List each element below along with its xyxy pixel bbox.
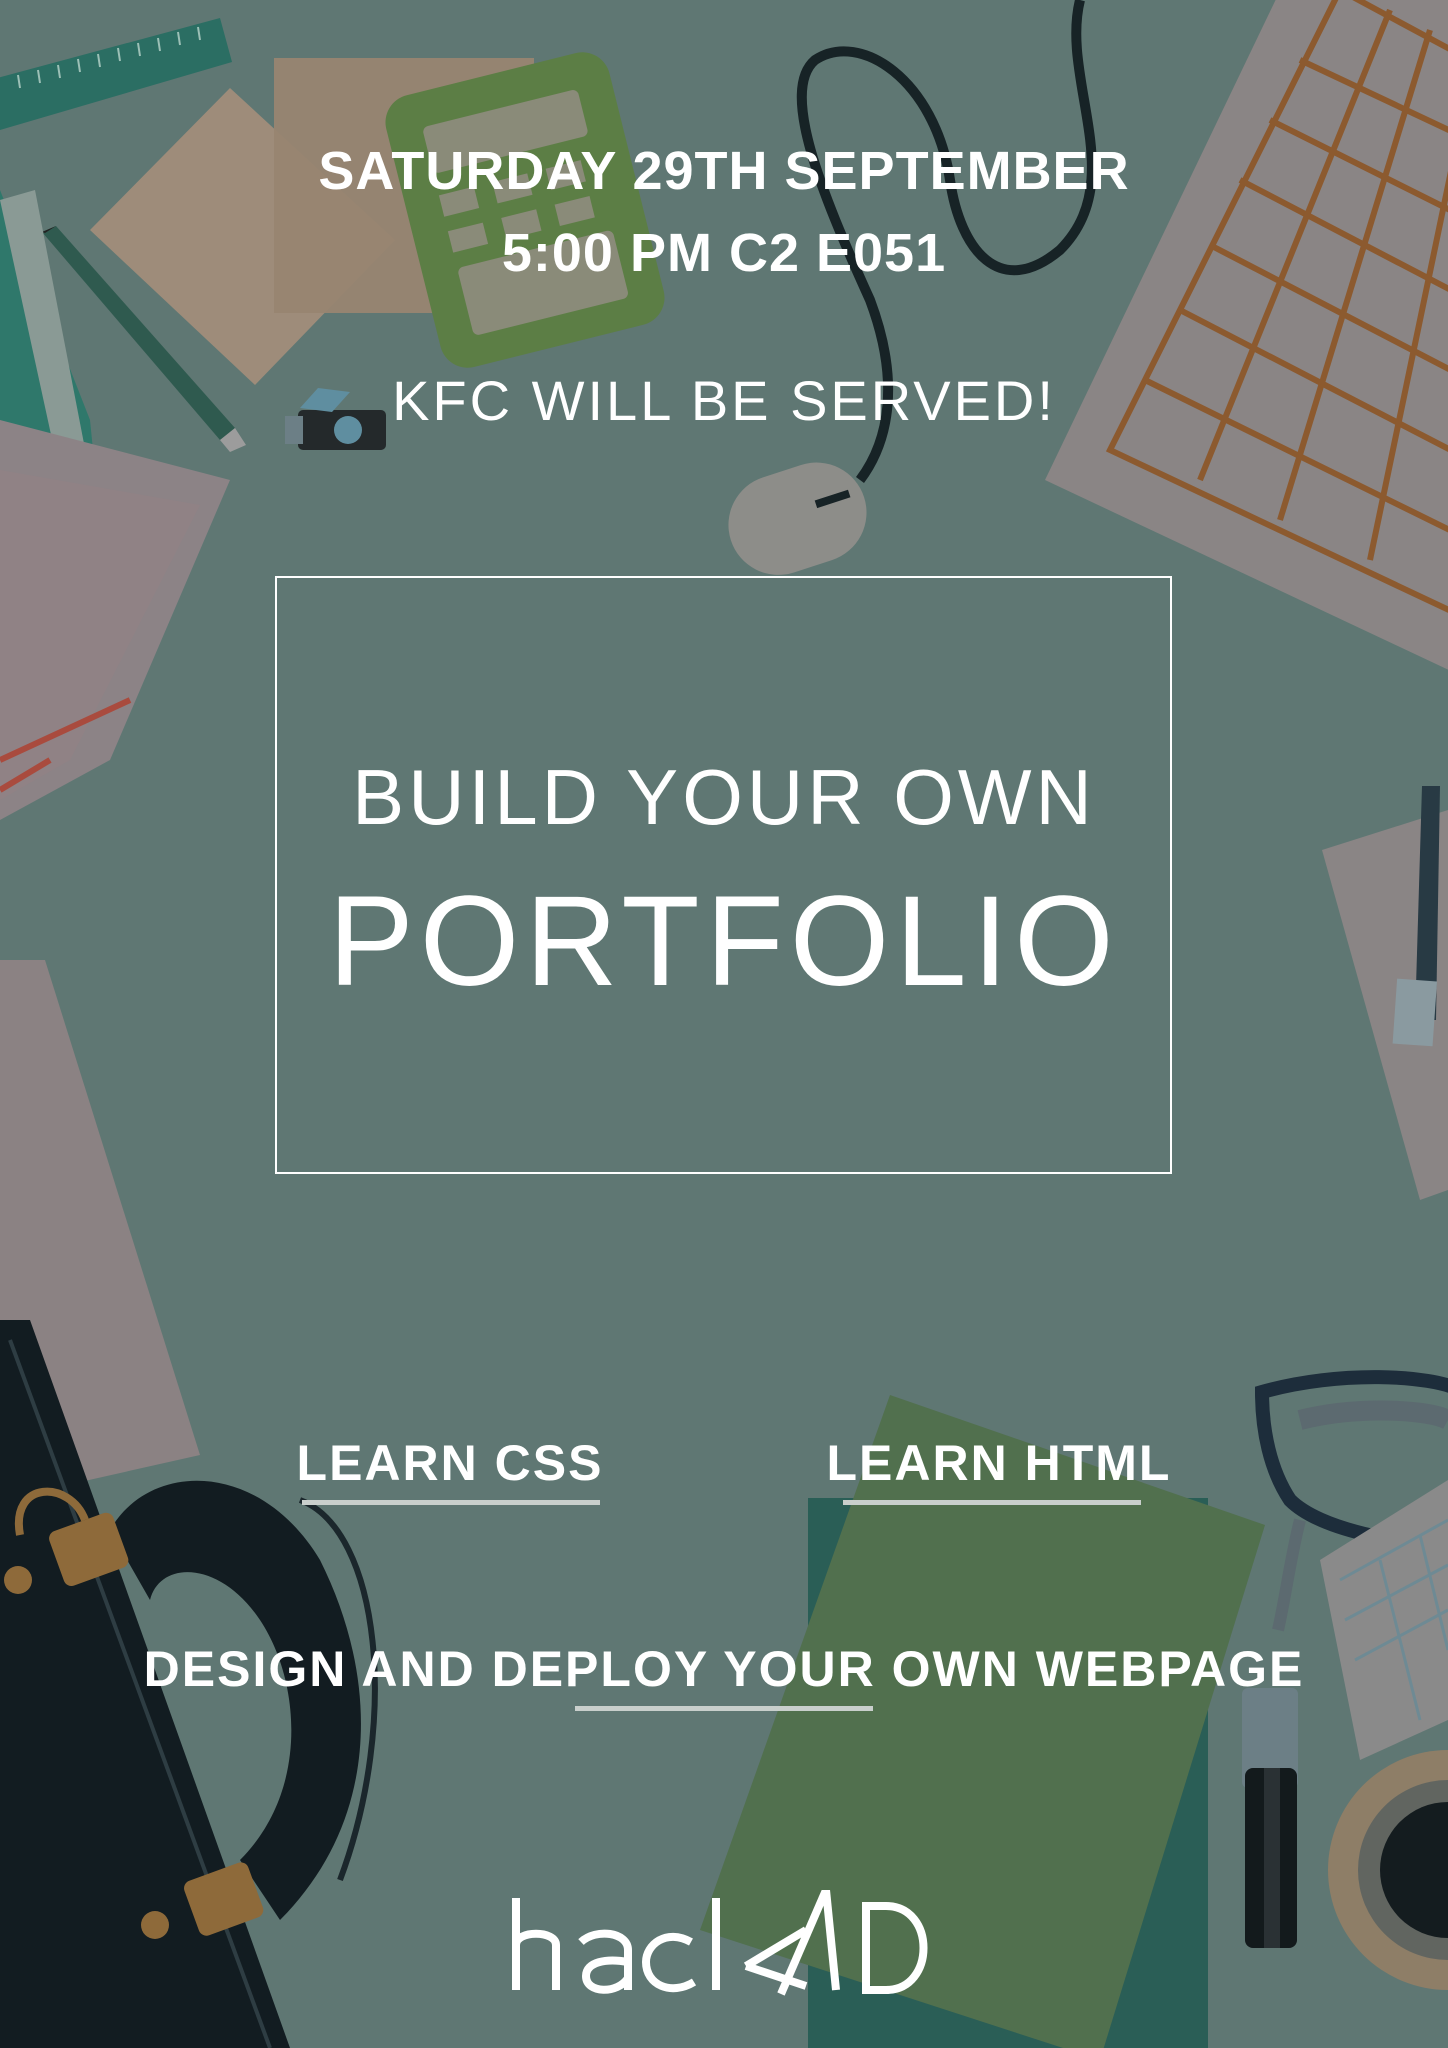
tagline: DESIGN AND DEPLOY YOUR OWN WEBPAGE — [143, 1641, 1305, 1697]
tagline-underline — [575, 1706, 873, 1711]
topic-learn-html: LEARN HTML — [826, 1435, 1172, 1491]
event-date: SATURDAY 29TH SEPTEMBER — [318, 141, 1130, 201]
food-note: KFC WILL BE SERVED! — [392, 369, 1056, 432]
headline-title: PORTFOLIO — [328, 870, 1120, 1013]
headline-line1: BUILD YOUR OWN — [352, 753, 1096, 841]
topic-css-underline — [302, 1500, 600, 1505]
marker-icon — [1242, 1688, 1298, 1948]
hackad-logo — [512, 1890, 928, 1996]
topic-learn-css: LEARN CSS — [296, 1435, 604, 1491]
event-time-location: 5:00 PM C2 E051 — [501, 223, 947, 283]
topic-html-underline — [843, 1500, 1141, 1505]
